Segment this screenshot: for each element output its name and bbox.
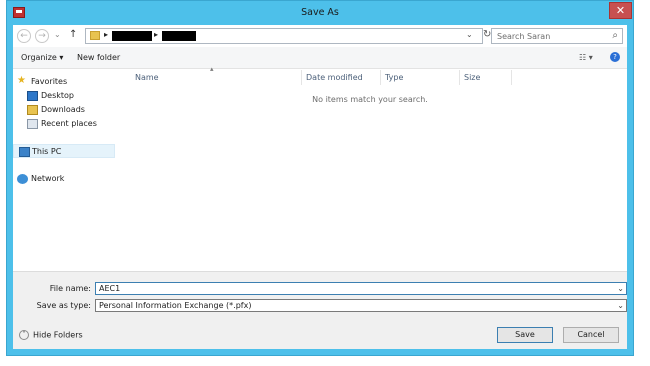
hide-folders-label: Hide Folders [33,330,83,340]
close-button[interactable]: ✕ [609,2,632,19]
new-folder-button[interactable]: New folder [77,53,120,62]
save-options-panel: File name: AEC1 ⌄ Save as type: Personal… [13,271,627,349]
navigation-bar: ← → ⌄ ↑ ▸ ▸ ⌄ ↻ Search Saran ⌕ [13,25,627,47]
folder-icon [90,31,100,40]
column-header-type[interactable]: Type [385,70,457,85]
organize-button[interactable]: Organize ▾ [21,53,63,62]
column-divider[interactable] [511,70,512,85]
desktop-icon [27,91,38,101]
computer-icon [19,147,30,157]
recent-locations-icon[interactable]: ⌄ [54,30,61,39]
redacted-path-segment[interactable] [112,31,152,41]
column-header-size[interactable]: Size [464,70,512,85]
sidebar-item-label: Favorites [31,77,68,86]
save-button[interactable]: Save [497,327,553,343]
up-arrow-icon[interactable]: ↑ [69,29,77,40]
sidebar-item-label: Network [31,174,65,183]
breadcrumb-separator-icon: ▸ [154,30,159,39]
breadcrumb-separator-icon: ▸ [104,30,109,39]
sidebar-item-label: Downloads [41,105,85,114]
star-icon: ★ [17,75,26,86]
save-as-type-dropdown-icon[interactable]: ⌄ [617,300,624,311]
address-dropdown-icon[interactable]: ⌄ [466,30,473,39]
command-toolbar: Organize ▾ New folder ☷ ▾ ? [13,47,627,69]
empty-results-message: No items match your search. [312,95,428,104]
sidebar-item-this-pc[interactable]: This PC [13,144,115,158]
dialog-body: ← → ⌄ ↑ ▸ ▸ ⌄ ↻ Search Saran ⌕ Organize … [13,25,627,349]
search-box[interactable]: Search Saran ⌕ [491,28,623,44]
navigation-pane: ★ Favorites Desktop Downloads Recent pla… [13,69,117,271]
sidebar-item-label: Desktop [41,91,74,100]
file-name-label: File name: [49,284,91,293]
redacted-path-segment[interactable] [162,31,196,41]
network-icon [17,174,28,184]
help-icon[interactable]: ? [610,52,620,62]
recent-places-icon [27,119,38,129]
search-input[interactable]: Search Saran [497,32,550,41]
dialog-title: Save As [301,7,339,18]
back-button[interactable]: ← [17,29,31,43]
forward-button[interactable]: → [35,29,49,43]
save-as-type-label: Save as type: [36,301,91,310]
sidebar-item-label: Recent places [41,119,97,128]
file-list-area[interactable]: ▴ Name Date modified Type Size No items … [117,65,627,271]
save-as-type-value[interactable]: Personal Information Exchange (*.pfx) [99,301,251,310]
file-name-value[interactable]: AEC1 [99,284,120,293]
column-divider[interactable] [459,70,460,85]
file-name-dropdown-icon[interactable]: ⌄ [617,283,624,294]
column-divider[interactable] [301,70,302,85]
column-header-name[interactable]: Name [135,70,295,85]
address-bar[interactable]: ▸ ▸ ⌄ ↻ [85,28,491,44]
cancel-button[interactable]: Cancel [563,327,619,343]
file-name-field[interactable]: AEC1 ⌄ [95,282,627,295]
view-options-icon[interactable]: ☷ ▾ [579,53,593,62]
chevron-up-icon: ˄ [19,330,29,340]
sidebar-item-label: This PC [32,147,62,156]
downloads-folder-icon [27,105,38,115]
save-as-type-select[interactable]: Personal Information Exchange (*.pfx) ⌄ [95,299,627,312]
hide-folders-button[interactable]: ˄ Hide Folders [19,330,83,340]
column-divider[interactable] [380,70,381,85]
column-header-date-modified[interactable]: Date modified [306,70,380,85]
save-as-dialog: Save As ✕ ← → ⌄ ↑ ▸ ▸ ⌄ ↻ Search Saran ⌕ [6,0,634,356]
search-icon[interactable]: ⌕ [612,30,618,41]
title-bar[interactable]: Save As ✕ [7,1,633,25]
